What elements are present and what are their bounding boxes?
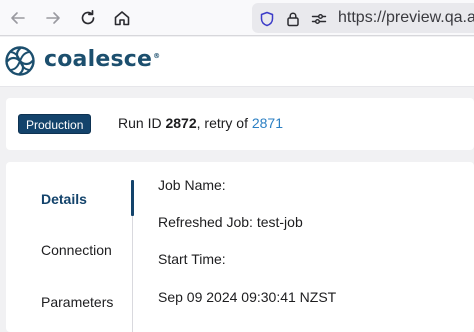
- back-arrow-icon[interactable]: [6, 6, 30, 30]
- coalesce-wordmark[interactable]: coalesce®: [44, 47, 160, 72]
- app-header: coalesce®: [0, 37, 474, 87]
- forward-arrow-icon[interactable]: [41, 6, 65, 30]
- tab-details[interactable]: Details: [41, 191, 87, 207]
- retry-text: , retry of: [196, 115, 252, 131]
- run-id-prefix: Run ID: [118, 115, 166, 131]
- run-details-card: Details Connection Parameters Job Name: …: [6, 162, 474, 332]
- registered-mark: ®: [153, 51, 161, 60]
- run-id: 2872: [165, 115, 197, 131]
- start-time-value: Sep 09 2024 09:30:41 NZST: [158, 289, 337, 305]
- refreshed-job-value: Refreshed Job: test-job: [158, 214, 303, 230]
- reload-icon[interactable]: [76, 6, 100, 30]
- retry-of-link[interactable]: 2871: [252, 115, 283, 131]
- tab-parameters[interactable]: Parameters: [41, 294, 113, 310]
- start-time-label: Start Time:: [158, 251, 226, 267]
- url-text[interactable]: https://preview.qa.app: [338, 9, 474, 27]
- browser-toolbar: https://preview.qa.app: [0, 0, 474, 36]
- tab-connection[interactable]: Connection: [41, 242, 112, 258]
- active-tab-indicator: [131, 180, 134, 216]
- logo-text: coalesce: [44, 47, 153, 72]
- url-bar[interactable]: https://preview.qa.app: [252, 3, 474, 33]
- site-permissions-icon[interactable]: [310, 10, 328, 28]
- lock-icon[interactable]: [284, 10, 302, 28]
- run-id-line: Run ID 2872, retry of 2871: [118, 115, 283, 131]
- job-name-label: Job Name:: [158, 177, 226, 193]
- coalesce-logo-icon[interactable]: [4, 45, 36, 77]
- home-icon[interactable]: [110, 6, 134, 30]
- environment-badge: Production: [18, 114, 92, 134]
- shield-icon[interactable]: [258, 10, 276, 28]
- run-summary-card: Production Run ID 2872, retry of 2871: [6, 98, 474, 150]
